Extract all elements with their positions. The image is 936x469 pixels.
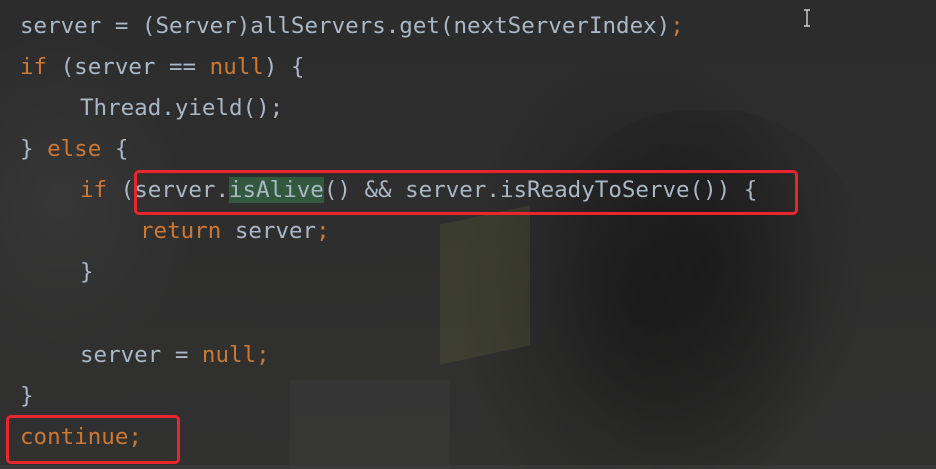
code-token-keyword: if	[80, 177, 108, 203]
code-line-9[interactable]: }	[20, 380, 34, 412]
code-token: ) {	[263, 54, 305, 80]
wallpaper-board	[290, 380, 450, 469]
code-token: }	[80, 259, 94, 285]
code-line-8[interactable]: server = null;	[80, 339, 270, 371]
horizontal-scrollbar[interactable]	[0, 465, 936, 469]
continue-highlight-box	[6, 415, 180, 464]
code-token: allServers.get(nextServerIndex)	[250, 13, 671, 39]
code-line-6[interactable]: return server;	[140, 215, 330, 247]
code-token: ;	[316, 218, 330, 244]
code-token-keyword: null	[209, 54, 264, 80]
code-token-keyword: else	[47, 136, 102, 162]
code-line-2[interactable]: if (server == null) {	[20, 51, 304, 83]
code-token-keyword: return	[140, 218, 222, 244]
code-token: ;	[256, 342, 270, 368]
code-token: server	[221, 218, 317, 244]
code-line-7[interactable]: }	[80, 256, 94, 288]
code-token: ;	[670, 13, 684, 39]
code-token: ();	[242, 95, 284, 121]
code-line-4[interactable]: } else {	[20, 133, 128, 165]
condition-highlight-box	[134, 170, 798, 215]
code-token-keyword: if	[20, 54, 48, 80]
code-line-3[interactable]: Thread.yield();	[80, 92, 283, 124]
code-line-1[interactable]: server = (Server)allServers.get(nextServ…	[20, 10, 684, 42]
code-editor[interactable]: server = (Server)allServers.get(nextServ…	[0, 0, 936, 469]
wallpaper-sign	[440, 205, 530, 365]
code-token: yield	[174, 95, 243, 121]
code-token: server =	[80, 342, 202, 368]
code-token: }	[20, 136, 48, 162]
code-token: (	[107, 177, 135, 203]
code-token: {	[101, 136, 129, 162]
code-token: server = (Server)	[20, 13, 251, 39]
code-token: (server ==	[47, 54, 210, 80]
wallpaper-person-silhouette	[540, 110, 870, 469]
code-token-keyword: null	[201, 342, 257, 368]
i-beam-cursor-icon	[804, 9, 810, 27]
code-token: Thread.	[80, 95, 175, 121]
code-token: }	[20, 383, 34, 409]
